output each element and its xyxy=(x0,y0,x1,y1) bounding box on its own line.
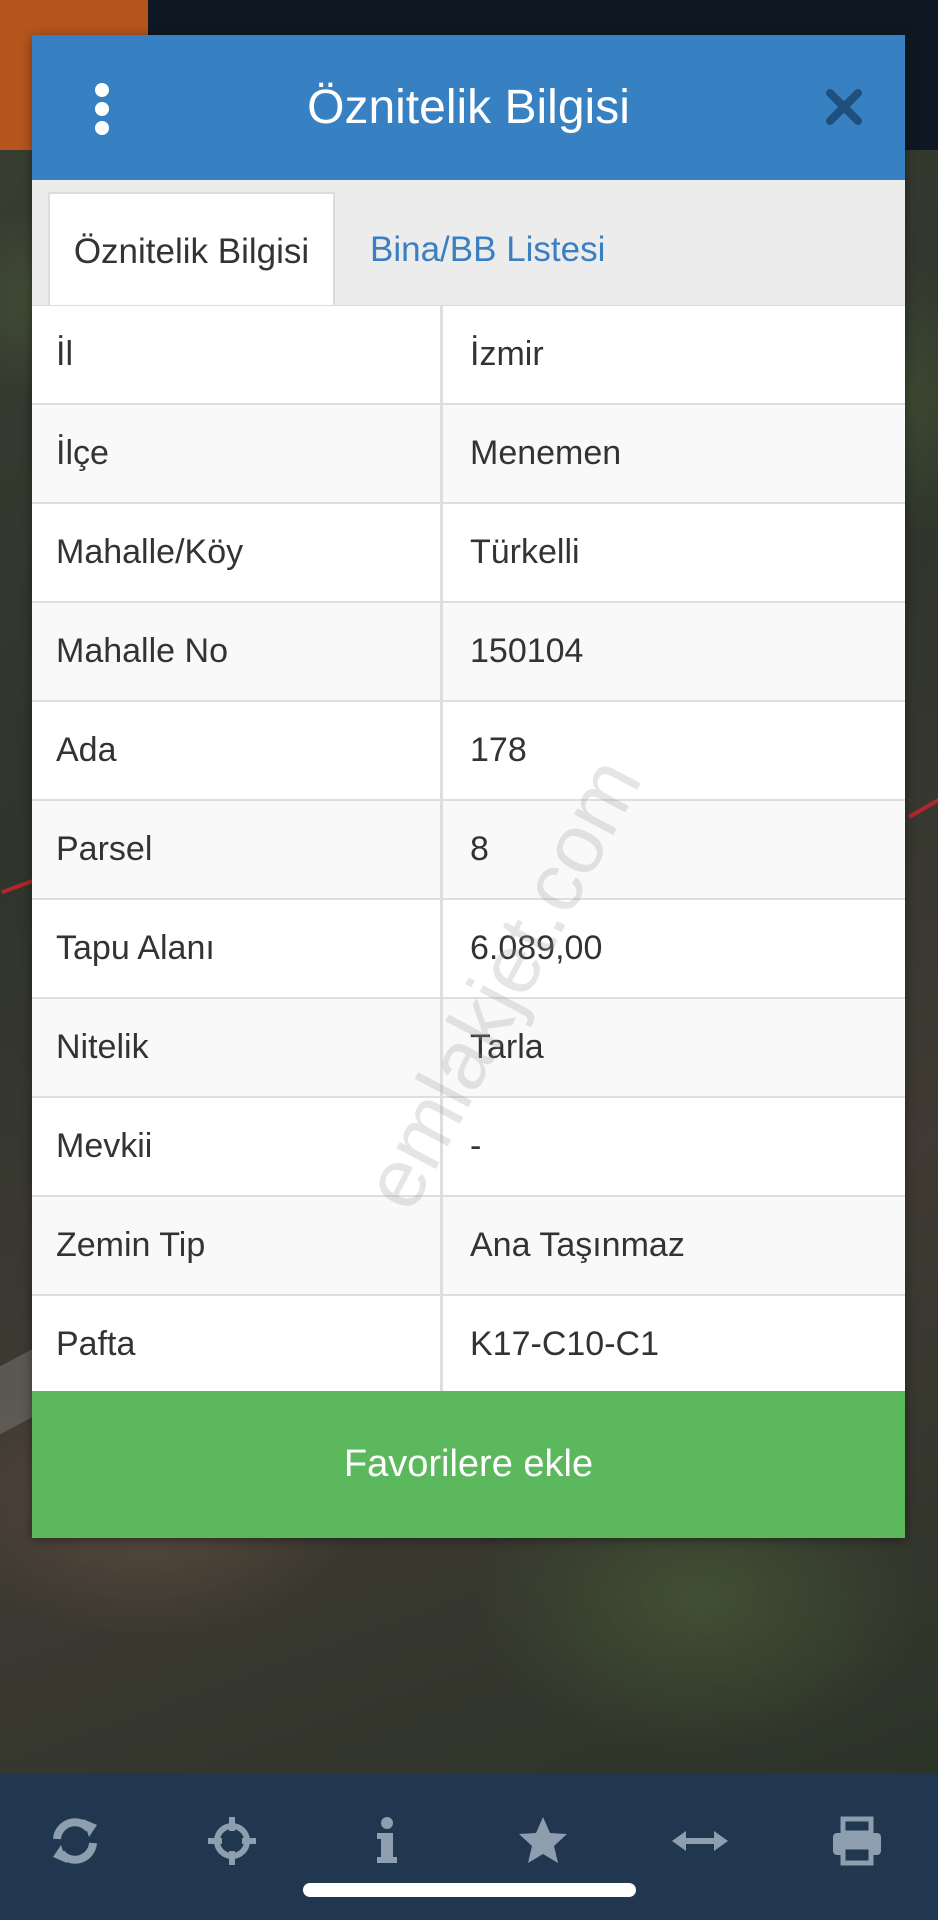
crosshair-icon[interactable] xyxy=(202,1811,262,1871)
row-value: Ana Taşınmaz xyxy=(470,1226,685,1264)
row-value: İzmir xyxy=(470,335,544,373)
row-value: - xyxy=(470,1127,482,1165)
row-value: 150104 xyxy=(470,632,584,670)
table-row: Pafta K17-C10-C1 xyxy=(32,1296,905,1395)
attribute-table: İl İzmir İlçe Menemen Mahalle/Köy Türkelli Mah… xyxy=(32,306,905,1395)
row-key: Nitelik xyxy=(32,999,443,1096)
add-to-favorites-button[interactable]: Favorilere ekle xyxy=(32,1391,905,1538)
table-row: Zemin Tip Ana Taşınmaz xyxy=(32,1197,905,1296)
row-value: Tarla xyxy=(470,1028,544,1066)
table-row: Mahalle No 150104 xyxy=(32,603,905,702)
tabs-bar: Öznitelik Bilgisi Bina/BB Listesi xyxy=(32,180,905,307)
row-value: K17-C10-C1 xyxy=(470,1325,659,1363)
table-row: Mevkii - xyxy=(32,1098,905,1197)
row-value: Türkelli xyxy=(470,533,580,571)
close-icon[interactable] xyxy=(822,85,866,129)
row-key: İl xyxy=(32,306,443,403)
dialog-title: Öznitelik Bilgisi xyxy=(307,81,630,134)
star-icon[interactable] xyxy=(513,1811,573,1871)
row-key: Tapu Alanı xyxy=(32,900,443,997)
dialog-header: Öznitelik Bilgisi xyxy=(32,35,905,180)
table-row: İlçe Menemen xyxy=(32,405,905,504)
bottom-toolbar xyxy=(0,1773,938,1920)
table-row: Tapu Alanı 6.089,00 xyxy=(32,900,905,999)
row-value: Menemen xyxy=(470,434,622,472)
row-key: İlçe xyxy=(32,405,443,502)
row-key: Pafta xyxy=(32,1296,443,1393)
table-row: Mahalle/Köy Türkelli xyxy=(32,504,905,603)
measure-icon[interactable] xyxy=(670,1811,730,1871)
row-value: 8 xyxy=(470,830,489,868)
row-key: Mahalle/Köy xyxy=(32,504,443,601)
attribute-info-dialog: Öznitelik Bilgisi Öznitelik Bilgisi Bina… xyxy=(32,35,905,1538)
table-row: İl İzmir xyxy=(32,306,905,405)
row-value: 178 xyxy=(470,731,527,769)
row-key: Ada xyxy=(32,702,443,799)
more-menu-icon[interactable] xyxy=(94,83,110,135)
row-key: Zemin Tip xyxy=(32,1197,443,1294)
row-key: Mevkii xyxy=(32,1098,443,1195)
tab-attribute-info[interactable]: Öznitelik Bilgisi xyxy=(48,192,335,305)
row-key: Parsel xyxy=(32,801,443,898)
print-icon[interactable] xyxy=(827,1811,887,1871)
table-row: Nitelik Tarla xyxy=(32,999,905,1098)
table-row: Parsel 8 xyxy=(32,801,905,900)
info-icon[interactable] xyxy=(357,1811,417,1871)
row-value: 6.089,00 xyxy=(470,929,603,967)
table-row: Ada 178 xyxy=(32,702,905,801)
refresh-icon[interactable] xyxy=(45,1811,105,1871)
row-key: Mahalle No xyxy=(32,603,443,700)
home-indicator[interactable] xyxy=(303,1883,636,1897)
tab-building-list[interactable]: Bina/BB Listesi xyxy=(346,192,629,305)
